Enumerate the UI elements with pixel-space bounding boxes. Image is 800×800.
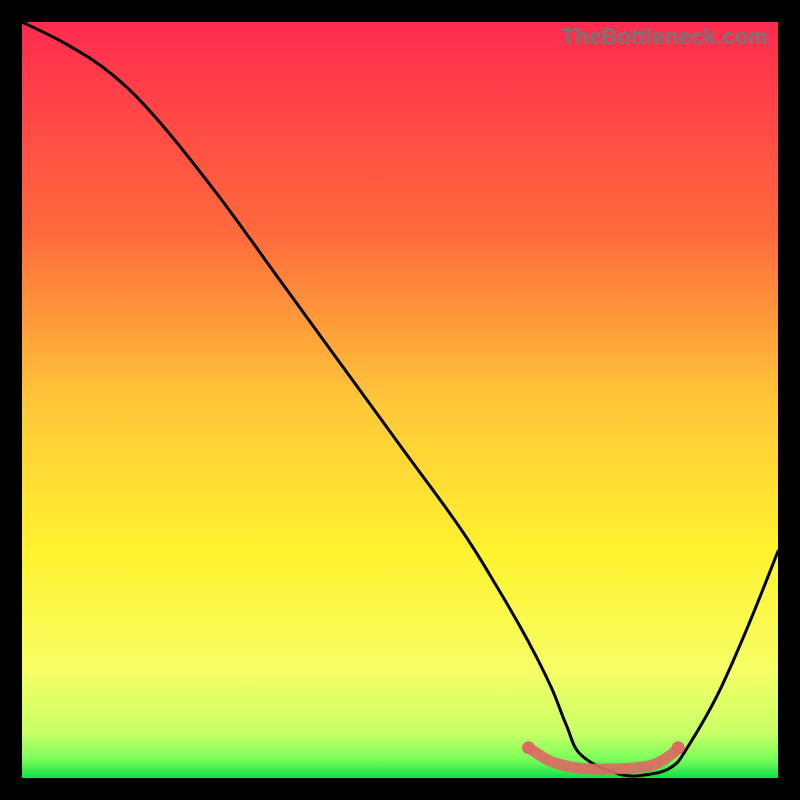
gradient-background <box>22 22 778 778</box>
chart-frame: TheBottleneck.com <box>22 22 778 778</box>
valley-end-dot <box>672 741 685 754</box>
valley-end-dot <box>522 741 535 754</box>
chart-plot <box>22 22 778 778</box>
watermark-text: TheBottleneck.com <box>562 24 768 50</box>
